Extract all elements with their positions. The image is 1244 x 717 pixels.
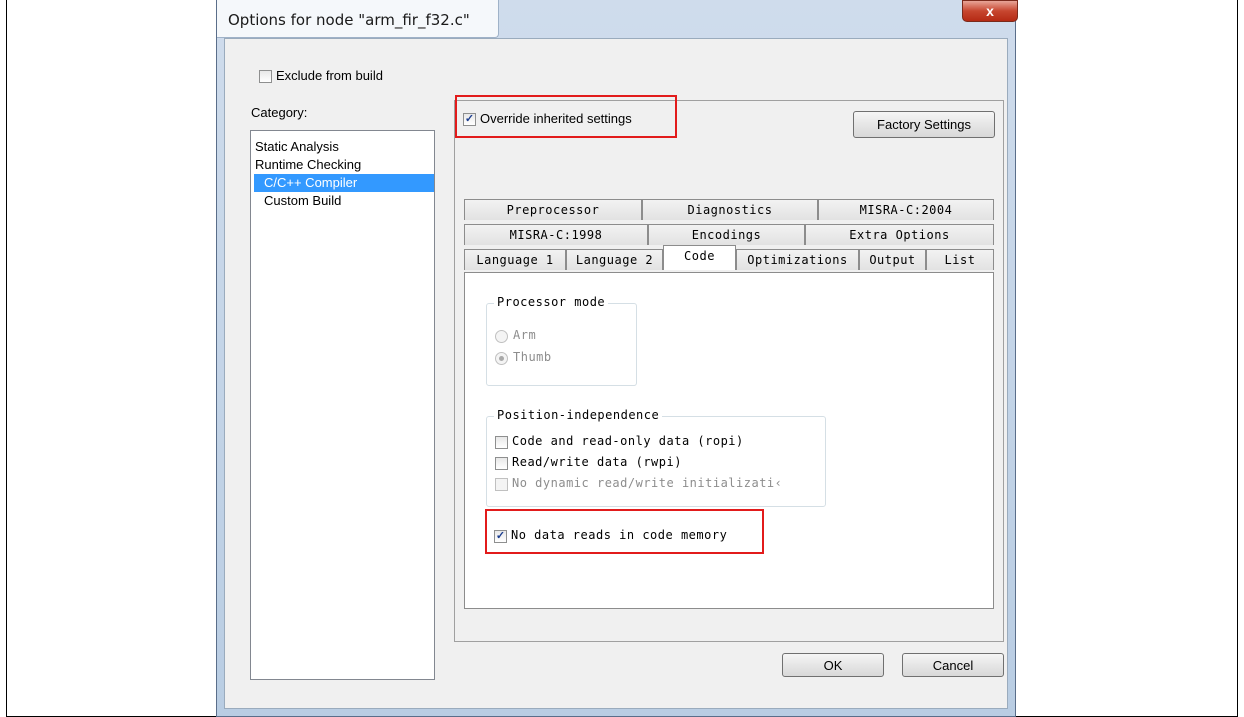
processor-mode-group: Processor mode Arm Thumb [486, 295, 637, 386]
tab-misra-1998[interactable]: MISRA-C:1998 [464, 224, 648, 245]
category-list[interactable]: Static Analysis Runtime Checking C/C++ C… [250, 130, 435, 680]
category-item-c-compiler[interactable]: C/C++ Compiler [254, 174, 434, 192]
category-label: Category: [251, 105, 308, 120]
tab-language-1[interactable]: Language 1 [464, 249, 566, 270]
position-independence-title: Position-independence [494, 408, 663, 422]
ropi-label[interactable]: Code and read-only data (ropi) [512, 434, 744, 448]
tab-code[interactable]: Code [663, 245, 736, 270]
cancel-button[interactable]: Cancel [902, 653, 1004, 677]
no-dynamic-rw-init-checkbox[interactable] [495, 478, 508, 491]
tab-optimizations[interactable]: Optimizations [736, 249, 859, 270]
rwpi-label[interactable]: Read/write data (rwpi) [512, 455, 682, 469]
position-independence-group: Position-independence Code and read-only… [486, 408, 826, 507]
exclude-from-build-label[interactable]: Exclude from build [276, 68, 383, 83]
tab-list[interactable]: List [926, 249, 994, 270]
tab-extra-options[interactable]: Extra Options [805, 224, 994, 245]
thumb-radio[interactable] [495, 352, 508, 365]
rwpi-checkbox[interactable] [495, 457, 508, 470]
no-dynamic-rw-init-label[interactable]: No dynamic read/write initializati‹ [512, 476, 812, 490]
close-button[interactable]: x [962, 0, 1018, 22]
tab-encodings[interactable]: Encodings [648, 224, 805, 245]
tab-output[interactable]: Output [859, 249, 926, 270]
tab-misra-2004[interactable]: MISRA-C:2004 [818, 199, 994, 220]
close-icon: x [986, 3, 994, 19]
no-data-reads-highlight-box [485, 509, 764, 554]
code-tab-page: Processor mode Arm Thumb Position-indepe… [464, 272, 994, 609]
title-area: Options for node "arm_fir_f32.c" [217, 0, 499, 38]
thumb-label[interactable]: Thumb [513, 350, 552, 364]
dialog-title: Options for node "arm_fir_f32.c" [228, 11, 470, 29]
category-item-static-analysis[interactable]: Static Analysis [254, 138, 339, 156]
arm-label[interactable]: Arm [513, 328, 536, 342]
category-item-custom-build[interactable]: Custom Build [254, 192, 341, 210]
ropi-checkbox[interactable] [495, 436, 508, 449]
dialog-client-area: Exclude from build Category: Static Anal… [224, 38, 1008, 709]
ok-button[interactable]: OK [782, 653, 884, 677]
tab-language-2[interactable]: Language 2 [566, 249, 663, 270]
tab-diagnostics[interactable]: Diagnostics [642, 199, 818, 220]
factory-settings-button[interactable]: Factory Settings [853, 111, 995, 138]
settings-panel: ✓ Override inherited settings Factory Se… [454, 100, 1004, 642]
title-bar[interactable]: Options for node "arm_fir_f32.c" x [217, 0, 1018, 38]
arm-radio[interactable] [495, 330, 508, 343]
override-highlight-box [455, 95, 677, 138]
exclude-from-build-checkbox[interactable] [259, 70, 272, 83]
processor-mode-title: Processor mode [494, 295, 609, 309]
category-item-runtime-checking[interactable]: Runtime Checking [254, 156, 361, 174]
tab-preprocessor[interactable]: Preprocessor [464, 199, 642, 220]
